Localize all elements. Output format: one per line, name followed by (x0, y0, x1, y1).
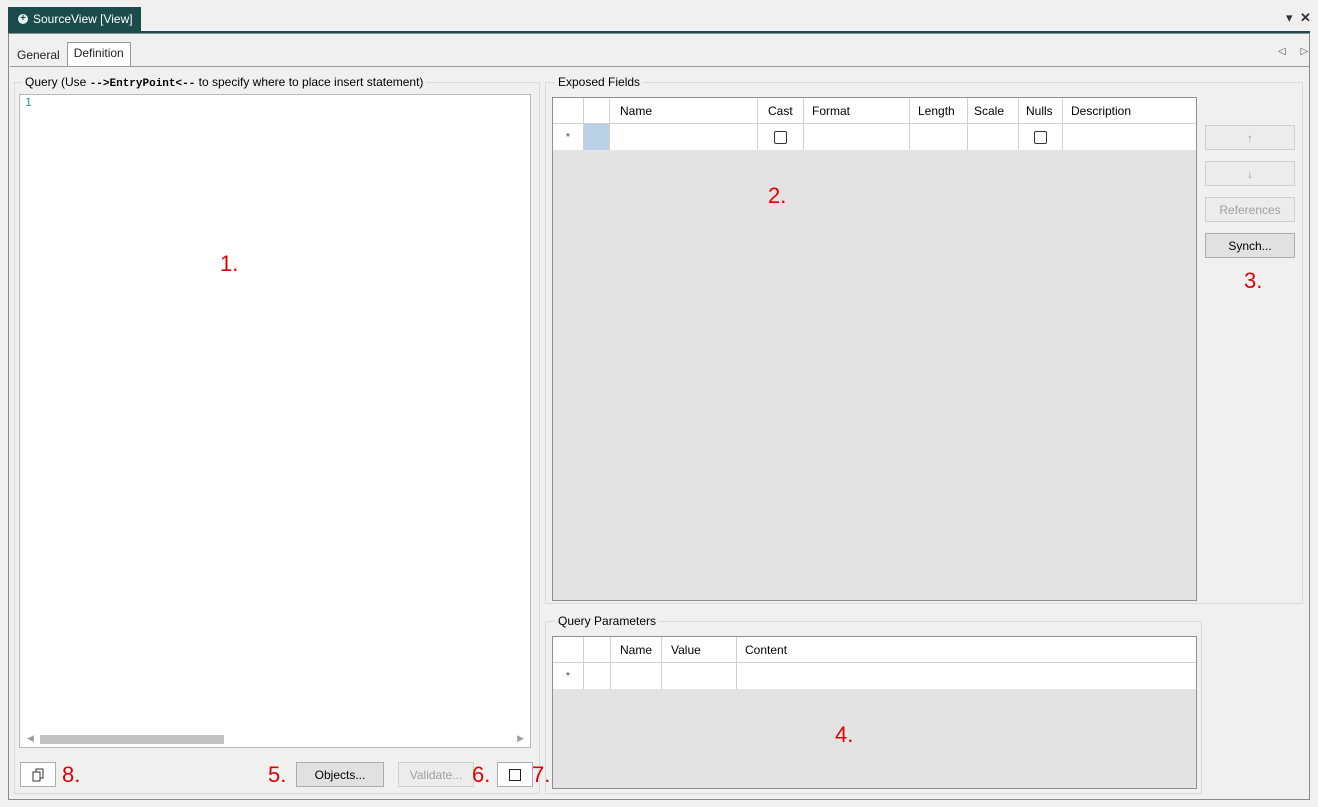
move-up-button[interactable]: ↑ (1205, 125, 1295, 150)
annotation-3: 3. (1244, 268, 1263, 293)
scrollbar-thumb[interactable] (40, 735, 224, 744)
content-cell[interactable] (737, 663, 1196, 689)
column-header-name[interactable]: Name (611, 637, 662, 663)
references-button[interactable]: References (1205, 197, 1295, 222)
row-select-cell[interactable] (584, 124, 610, 150)
query-parameters-label: Query Parameters (555, 614, 660, 628)
query-parameters-grid[interactable]: Name Value Content * (552, 636, 1197, 789)
cast-cell[interactable] (758, 124, 804, 150)
name-cell[interactable] (611, 663, 662, 689)
exposed-fields-grid[interactable]: Name Cast Format Length Scale Nulls Desc… (552, 97, 1197, 601)
annotation-4: 4. (835, 722, 854, 747)
grid-header: Name Value Content (553, 637, 1196, 663)
annotation-8: 8. (62, 762, 81, 787)
cast-checkbox[interactable] (774, 130, 787, 144)
length-cell[interactable] (910, 124, 968, 150)
title-strip (0, 0, 1318, 32)
close-icon[interactable]: ✕ (1300, 10, 1311, 26)
format-cell[interactable] (804, 124, 910, 150)
arrow-up-icon: ↑ (1247, 130, 1253, 145)
line-number: 1 (25, 96, 32, 109)
column-header-cast[interactable]: Cast (758, 98, 804, 124)
column-header-scale[interactable]: Scale (968, 98, 1019, 124)
new-row[interactable]: * (553, 663, 1196, 689)
annotation-1: 1. (220, 251, 239, 276)
row-header-cell (553, 98, 584, 124)
description-cell[interactable] (1063, 124, 1196, 150)
column-header-name[interactable]: Name (610, 98, 758, 124)
annotation-7: 7. (532, 762, 551, 787)
column-header-format[interactable]: Format (804, 98, 910, 124)
annotation-2: 2. (768, 183, 787, 208)
value-cell[interactable] (662, 663, 737, 689)
nulls-cell[interactable] (1019, 124, 1063, 150)
document-tab[interactable]: + SourceView [View] (8, 7, 141, 31)
move-down-button[interactable]: ↓ (1205, 161, 1295, 186)
scroll-left-icon[interactable]: ◀ (27, 733, 34, 744)
scroll-right-icon[interactable]: ▶ (517, 733, 524, 744)
toggle-button[interactable] (497, 762, 533, 787)
subtab-bar: General Definition (10, 42, 131, 66)
annotation-6: 6. (472, 762, 491, 787)
objects-button[interactable]: Objects... (296, 762, 384, 787)
column-header-description[interactable]: Description (1063, 98, 1196, 124)
column-header-nulls[interactable]: Nulls (1019, 98, 1063, 124)
tab-scroll-arrows-icon[interactable]: ◁ ▷ (1278, 46, 1314, 57)
copy-button[interactable] (20, 762, 56, 787)
new-row-marker: * (553, 663, 584, 689)
scale-cell[interactable] (968, 124, 1019, 150)
validate-button[interactable]: Validate... (398, 762, 474, 787)
new-row[interactable]: * (553, 124, 1196, 150)
row-header-cell (553, 637, 584, 663)
row-select-cell[interactable] (584, 663, 611, 689)
dropdown-icon[interactable]: ▾ (1286, 10, 1293, 26)
grid-header: Name Cast Format Length Scale Nulls Desc… (553, 98, 1196, 124)
exposed-fields-label: Exposed Fields (555, 75, 644, 89)
arrow-down-icon: ↓ (1247, 166, 1253, 181)
select-header-cell (584, 98, 610, 124)
column-header-content[interactable]: Content (737, 637, 1196, 663)
checkbox-square-icon (509, 768, 521, 781)
query-label: Query (Use -->EntryPoint<-- to specify w… (22, 75, 427, 90)
name-cell[interactable] (610, 124, 758, 150)
document-tab-label: SourceView [View] (33, 12, 133, 26)
tab-general[interactable]: General (10, 44, 67, 66)
annotation-5: 5. (268, 762, 287, 787)
select-header-cell (584, 637, 611, 663)
copy-icon (32, 768, 44, 781)
plus-circle-icon: + (18, 14, 28, 24)
column-header-value[interactable]: Value (662, 637, 737, 663)
column-header-length[interactable]: Length (910, 98, 968, 124)
synch-button[interactable]: Synch... (1205, 233, 1295, 258)
tab-definition[interactable]: Definition (66, 42, 131, 66)
new-row-marker: * (553, 124, 584, 150)
editor-horizontal-scrollbar[interactable]: ◀ ▶ (20, 731, 530, 747)
tab-content-border (10, 66, 1310, 67)
query-editor[interactable]: 1 ◀ ▶ (19, 94, 531, 748)
nulls-checkbox[interactable] (1034, 130, 1047, 144)
